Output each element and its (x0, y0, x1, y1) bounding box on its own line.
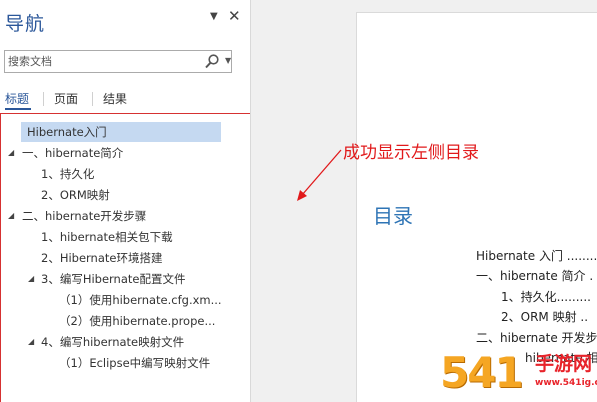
outline-item-selected[interactable]: Hibernate入门 (21, 122, 221, 142)
outline-item-label: 二、hibernate开发步骤 (22, 209, 147, 223)
outline-item-label: 4、编写hibernate映射文件 (41, 335, 185, 349)
outline-item-label: 1、持久化 (41, 167, 95, 181)
toc-line: 1、持久化......... (501, 290, 591, 304)
tab-divider (43, 92, 44, 106)
outline-item-label: 2、ORM映射 (41, 188, 110, 202)
tab-headings[interactable]: 标题 (5, 90, 29, 107)
watermark-logo-text: 手游网 (535, 353, 593, 375)
toc-line: 一、hibernate 简介 . (476, 269, 594, 283)
toc-line: Hibernate 入门 ........ (476, 249, 597, 263)
expanded-triangle-icon[interactable]: ◢ (8, 143, 14, 163)
outline-item[interactable]: 一、hibernate简介 (22, 143, 123, 163)
toc-title: 目录 (373, 204, 413, 228)
search-box[interactable]: ▼ (4, 50, 232, 73)
close-icon[interactable]: ✕ (228, 7, 241, 25)
outline-item-label: 一、hibernate简介 (22, 146, 124, 160)
active-tab-indicator (5, 108, 31, 110)
search-options-chevron-down-icon[interactable]: ▼ (225, 56, 231, 65)
outline-item-label: （1）使用hibernate.cfg.xm... (59, 293, 222, 307)
tab-results[interactable]: 结果 (103, 90, 127, 107)
search-input[interactable] (5, 51, 195, 72)
outline-item[interactable]: 4、编写hibernate映射文件 (41, 332, 184, 352)
outline-item[interactable]: 二、hibernate开发步骤 (22, 206, 146, 226)
outline-item[interactable]: （2）使用hibernate.prope... (59, 311, 215, 331)
nav-pane-title: 导航 (5, 13, 46, 35)
outline-item[interactable]: 3、编写Hibernate配置文件 (41, 269, 185, 289)
outline-item-label: （1）Eclipse中编写映射文件 (59, 356, 211, 370)
outline-item-label: 3、编写Hibernate配置文件 (41, 272, 186, 286)
navigation-pane: 导航 ▼ ✕ ▼ 标题 页面 结果 Hibernate入门 ◢ 一、hibern… (0, 0, 297, 402)
expanded-triangle-icon[interactable]: ◢ (28, 332, 34, 352)
outline-item-label: 1、hibernate相关包下载 (41, 230, 173, 244)
tab-pages[interactable]: 页面 (54, 90, 78, 107)
outline-item[interactable]: 1、持久化 (41, 164, 94, 184)
watermark-url: www.541ig.com (535, 378, 597, 388)
outline-item[interactable]: 1、hibernate相关包下载 (41, 227, 173, 247)
outline-item-label: 2、Hibernate环境搭建 (41, 251, 163, 265)
outline-item[interactable]: （1）Eclipse中编写映射文件 (59, 353, 210, 373)
outline-item[interactable]: （1）使用hibernate.cfg.xm... (59, 290, 222, 310)
nav-options-dropdown-icon[interactable]: ▼ (210, 11, 218, 22)
outline-item-label: Hibernate入门 (27, 125, 107, 139)
watermark-logo-digits: 541 (440, 348, 524, 397)
outline-item[interactable]: 2、Hibernate环境搭建 (41, 248, 162, 268)
document-area: 目录 Hibernate 入门 ........ 一、hibernate 简介 … (251, 0, 597, 402)
toc-line: 二、hibernate 开发步 (476, 331, 597, 345)
search-icon[interactable] (204, 53, 220, 70)
outline-item-label: （2）使用hibernate.prope... (59, 314, 216, 328)
expanded-triangle-icon[interactable]: ◢ (8, 206, 14, 226)
outline-item[interactable]: 2、ORM映射 (41, 185, 110, 205)
annotation-callout: 成功显示左侧目录 (343, 143, 479, 163)
toc-line: 2、ORM 映射 .. (501, 310, 589, 324)
tab-divider (92, 92, 93, 106)
expanded-triangle-icon[interactable]: ◢ (28, 269, 34, 289)
site-watermark: 541 手游网 www.541ig.com (440, 348, 597, 402)
